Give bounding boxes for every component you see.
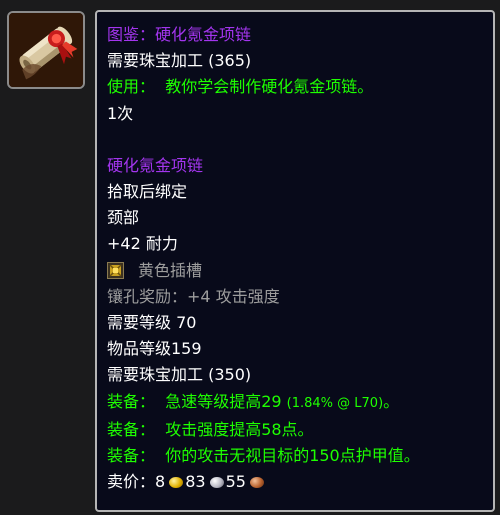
charges: 1次 [107,103,134,123]
use-effect: 使用： 教你学会制作硬化氪金项链。 [107,74,493,100]
equip-haste-end: 。 [383,391,400,411]
copper-amount: 55 [225,472,246,492]
socket-bonus-label: 镶孔奖励： [107,286,188,306]
recipe-requirement: 需要珠宝加工 (365) [107,51,252,71]
recipe-icon[interactable] [7,11,85,89]
equip-label: 装备： [107,419,156,439]
binding: 拾取后绑定 [107,182,188,202]
required-level-value: 70 [176,313,197,333]
stat-name: 耐力 [145,234,178,254]
equip-armor-penetration: 装备： 你的攻击无视目标的150点护甲值。 [107,443,493,469]
socket-bonus-value: +4 攻击强度 [187,286,280,306]
item-requirement: 需要珠宝加工 (350) [107,365,252,385]
stat-stamina: +42 耐力 [107,231,493,257]
gold-amount: 8 [155,472,166,492]
socket-line: 黄色插槽 [107,258,493,284]
silver-amount: 83 [185,472,206,492]
stat-value: +42 [107,234,141,254]
equip-armor-penetration-text: 你的攻击无视目标的150点护甲值。 [165,446,420,466]
equip-haste-text: 急速等级提高29 [165,391,282,411]
use-label: 使用： [107,77,156,97]
equip-attack-power-text: 攻击强度提高58点。 [165,419,314,439]
socket-color: 黄色插槽 [138,260,203,280]
equip-label: 装备： [107,391,156,411]
silver-coin-icon [209,477,224,489]
item-level: 物品等级159 [107,339,202,359]
scroll-recipe-icon [9,13,83,87]
recipe-name: 图鉴：硬化氪金项链 [107,25,252,44]
gold-coin-icon [169,477,184,489]
item-tooltip: 图鉴：硬化氪金项链 需要珠宝加工 (365) 使用： 教你学会制作硬化氪金项链。… [95,10,495,512]
required-level: 需要等级 70 [107,310,493,336]
equip-attack-power: 装备： 攻击强度提高58点。 [107,417,493,443]
socket-bonus: 镶孔奖励：+4 攻击强度 [107,284,493,310]
equip-haste: 装备： 急速等级提高29 (1.84% @ L70)。 [107,389,493,417]
equip-slot: 颈部 [107,208,140,228]
equip-haste-detail: (1.84% @ L70) [286,395,384,411]
equip-label: 装备： [107,446,156,466]
copper-coin-icon [249,477,264,489]
item-name: 硬化氪金项链 [107,155,204,175]
sell-label: 卖价： [107,472,156,492]
use-text: 教你学会制作硬化氪金项链。 [165,77,374,97]
required-level-label: 需要等级 [107,313,172,333]
yellow-socket-icon [107,261,124,279]
sell-price: 卖价：8 83 55 [107,469,493,495]
